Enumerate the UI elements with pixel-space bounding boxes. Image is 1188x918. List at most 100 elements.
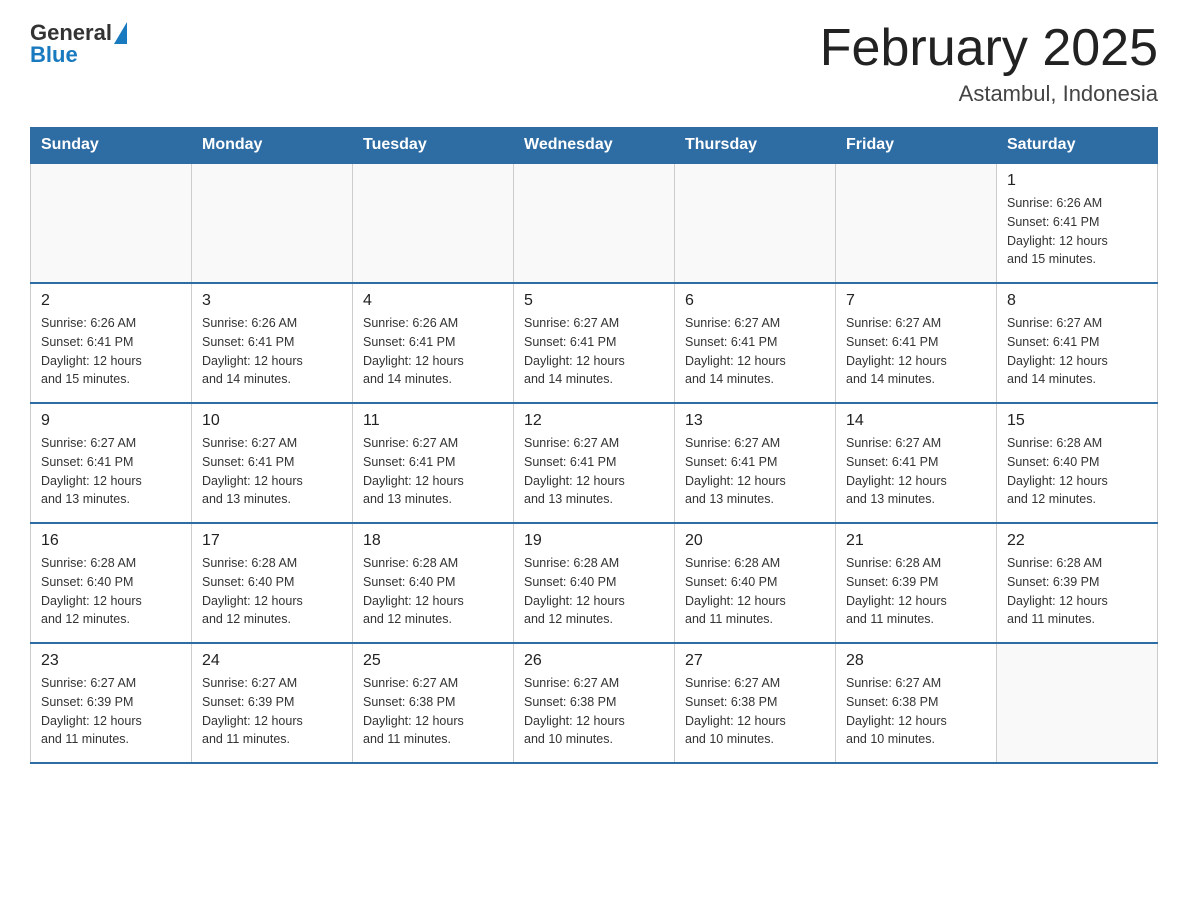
day-info: Sunrise: 6:27 AM Sunset: 6:41 PM Dayligh…	[524, 314, 664, 389]
day-number: 19	[524, 532, 664, 550]
day-number: 2	[41, 292, 181, 310]
calendar-header-wednesday: Wednesday	[514, 128, 675, 164]
day-info: Sunrise: 6:27 AM Sunset: 6:39 PM Dayligh…	[41, 674, 181, 749]
calendar-day-cell	[192, 163, 353, 283]
calendar-week-row: 9 Sunrise: 6:27 AM Sunset: 6:41 PM Daylig…	[31, 403, 1158, 523]
day-info: Sunrise: 6:27 AM Sunset: 6:39 PM Dayligh…	[202, 674, 342, 749]
day-number: 5	[524, 292, 664, 310]
day-info: Sunrise: 6:27 AM Sunset: 6:41 PM Dayligh…	[1007, 314, 1147, 389]
day-number: 6	[685, 292, 825, 310]
calendar-day-cell: 13 Sunrise: 6:27 AM Sunset: 6:41 PM Dayli…	[675, 403, 836, 523]
calendar-header-monday: Monday	[192, 128, 353, 164]
logo: General Blue	[30, 20, 127, 68]
calendar-header-sunday: Sunday	[31, 128, 192, 164]
day-info: Sunrise: 6:27 AM Sunset: 6:38 PM Dayligh…	[363, 674, 503, 749]
day-number: 17	[202, 532, 342, 550]
calendar-day-cell	[675, 163, 836, 283]
calendar-day-cell: 5 Sunrise: 6:27 AM Sunset: 6:41 PM Daylig…	[514, 283, 675, 403]
calendar-day-cell: 26 Sunrise: 6:27 AM Sunset: 6:38 PM Dayli…	[514, 643, 675, 763]
day-number: 16	[41, 532, 181, 550]
day-info: Sunrise: 6:26 AM Sunset: 6:41 PM Dayligh…	[41, 314, 181, 389]
calendar-day-cell: 15 Sunrise: 6:28 AM Sunset: 6:40 PM Dayli…	[997, 403, 1158, 523]
calendar-header-tuesday: Tuesday	[353, 128, 514, 164]
day-info: Sunrise: 6:27 AM Sunset: 6:38 PM Dayligh…	[846, 674, 986, 749]
day-info: Sunrise: 6:27 AM Sunset: 6:38 PM Dayligh…	[685, 674, 825, 749]
calendar-day-cell: 18 Sunrise: 6:28 AM Sunset: 6:40 PM Dayli…	[353, 523, 514, 643]
calendar-day-cell	[997, 643, 1158, 763]
calendar-day-cell: 12 Sunrise: 6:27 AM Sunset: 6:41 PM Dayli…	[514, 403, 675, 523]
calendar-day-cell: 20 Sunrise: 6:28 AM Sunset: 6:40 PM Dayli…	[675, 523, 836, 643]
day-number: 23	[41, 652, 181, 670]
day-number: 25	[363, 652, 503, 670]
day-number: 20	[685, 532, 825, 550]
day-number: 1	[1007, 172, 1147, 190]
calendar-day-cell: 24Sunrise: 6:27 AM Sunset: 6:39 PM Dayli…	[192, 643, 353, 763]
calendar-week-row: 2 Sunrise: 6:26 AM Sunset: 6:41 PM Daylig…	[31, 283, 1158, 403]
title-block: February 2025 Astambul, Indonesia	[820, 20, 1158, 107]
calendar-day-cell: 7 Sunrise: 6:27 AM Sunset: 6:41 PM Daylig…	[836, 283, 997, 403]
calendar-table: SundayMondayTuesdayWednesdayThursdayFrid…	[30, 127, 1158, 764]
calendar-day-cell: 11Sunrise: 6:27 AM Sunset: 6:41 PM Dayli…	[353, 403, 514, 523]
calendar-header-row: SundayMondayTuesdayWednesdayThursdayFrid…	[31, 128, 1158, 164]
calendar-week-row: 1 Sunrise: 6:26 AM Sunset: 6:41 PM Daylig…	[31, 163, 1158, 283]
calendar-day-cell: 8 Sunrise: 6:27 AM Sunset: 6:41 PM Daylig…	[997, 283, 1158, 403]
day-number: 26	[524, 652, 664, 670]
day-number: 13	[685, 412, 825, 430]
day-info: Sunrise: 6:27 AM Sunset: 6:41 PM Dayligh…	[846, 434, 986, 509]
day-info: Sunrise: 6:27 AM Sunset: 6:41 PM Dayligh…	[41, 434, 181, 509]
calendar-week-row: 23 Sunrise: 6:27 AM Sunset: 6:39 PM Dayli…	[31, 643, 1158, 763]
day-info: Sunrise: 6:26 AM Sunset: 6:41 PM Dayligh…	[1007, 194, 1147, 269]
day-info: Sunrise: 6:28 AM Sunset: 6:40 PM Dayligh…	[524, 554, 664, 629]
location: Astambul, Indonesia	[820, 81, 1158, 107]
day-info: Sunrise: 6:27 AM Sunset: 6:41 PM Dayligh…	[685, 314, 825, 389]
day-info: Sunrise: 6:28 AM Sunset: 6:40 PM Dayligh…	[202, 554, 342, 629]
day-info: Sunrise: 6:27 AM Sunset: 6:38 PM Dayligh…	[524, 674, 664, 749]
day-number: 15	[1007, 412, 1147, 430]
page-header: General Blue February 2025 Astambul, Ind…	[30, 20, 1158, 107]
day-info: Sunrise: 6:27 AM Sunset: 6:41 PM Dayligh…	[685, 434, 825, 509]
day-info: Sunrise: 6:28 AM Sunset: 6:40 PM Dayligh…	[363, 554, 503, 629]
calendar-day-cell: 19 Sunrise: 6:28 AM Sunset: 6:40 PM Dayli…	[514, 523, 675, 643]
calendar-day-cell: 27 Sunrise: 6:27 AM Sunset: 6:38 PM Dayli…	[675, 643, 836, 763]
calendar-day-cell: 10Sunrise: 6:27 AM Sunset: 6:41 PM Dayli…	[192, 403, 353, 523]
day-number: 27	[685, 652, 825, 670]
calendar-header-friday: Friday	[836, 128, 997, 164]
calendar-day-cell: 14 Sunrise: 6:27 AM Sunset: 6:41 PM Dayli…	[836, 403, 997, 523]
calendar-day-cell	[514, 163, 675, 283]
day-number: 12	[524, 412, 664, 430]
logo-blue-text: Blue	[30, 42, 78, 68]
day-number: 10	[202, 412, 342, 430]
calendar-header-thursday: Thursday	[675, 128, 836, 164]
day-info: Sunrise: 6:28 AM Sunset: 6:40 PM Dayligh…	[1007, 434, 1147, 509]
calendar-day-cell: 17 Sunrise: 6:28 AM Sunset: 6:40 PM Dayli…	[192, 523, 353, 643]
calendar-day-cell: 3 Sunrise: 6:26 AM Sunset: 6:41 PM Daylig…	[192, 283, 353, 403]
day-info: Sunrise: 6:27 AM Sunset: 6:41 PM Dayligh…	[846, 314, 986, 389]
calendar-day-cell: 16Sunrise: 6:28 AM Sunset: 6:40 PM Dayli…	[31, 523, 192, 643]
day-info: Sunrise: 6:27 AM Sunset: 6:41 PM Dayligh…	[524, 434, 664, 509]
day-number: 28	[846, 652, 986, 670]
day-number: 18	[363, 532, 503, 550]
calendar-day-cell: 28 Sunrise: 6:27 AM Sunset: 6:38 PM Dayli…	[836, 643, 997, 763]
day-info: Sunrise: 6:26 AM Sunset: 6:41 PM Dayligh…	[202, 314, 342, 389]
day-info: Sunrise: 6:28 AM Sunset: 6:40 PM Dayligh…	[685, 554, 825, 629]
calendar-day-cell: 25 Sunrise: 6:27 AM Sunset: 6:38 PM Dayli…	[353, 643, 514, 763]
calendar-day-cell: 9 Sunrise: 6:27 AM Sunset: 6:41 PM Daylig…	[31, 403, 192, 523]
day-number: 22	[1007, 532, 1147, 550]
calendar-day-cell	[353, 163, 514, 283]
day-number: 9	[41, 412, 181, 430]
day-number: 14	[846, 412, 986, 430]
calendar-day-cell: 2 Sunrise: 6:26 AM Sunset: 6:41 PM Daylig…	[31, 283, 192, 403]
day-info: Sunrise: 6:26 AM Sunset: 6:41 PM Dayligh…	[363, 314, 503, 389]
day-number: 8	[1007, 292, 1147, 310]
calendar-day-cell	[31, 163, 192, 283]
month-title: February 2025	[820, 20, 1158, 77]
day-number: 4	[363, 292, 503, 310]
day-number: 3	[202, 292, 342, 310]
day-number: 11	[363, 412, 503, 430]
day-number: 7	[846, 292, 986, 310]
day-number: 21	[846, 532, 986, 550]
calendar-header-saturday: Saturday	[997, 128, 1158, 164]
calendar-day-cell: 4 Sunrise: 6:26 AM Sunset: 6:41 PM Daylig…	[353, 283, 514, 403]
calendar-day-cell: 22 Sunrise: 6:28 AM Sunset: 6:39 PM Dayli…	[997, 523, 1158, 643]
day-info: Sunrise: 6:28 AM Sunset: 6:39 PM Dayligh…	[1007, 554, 1147, 629]
